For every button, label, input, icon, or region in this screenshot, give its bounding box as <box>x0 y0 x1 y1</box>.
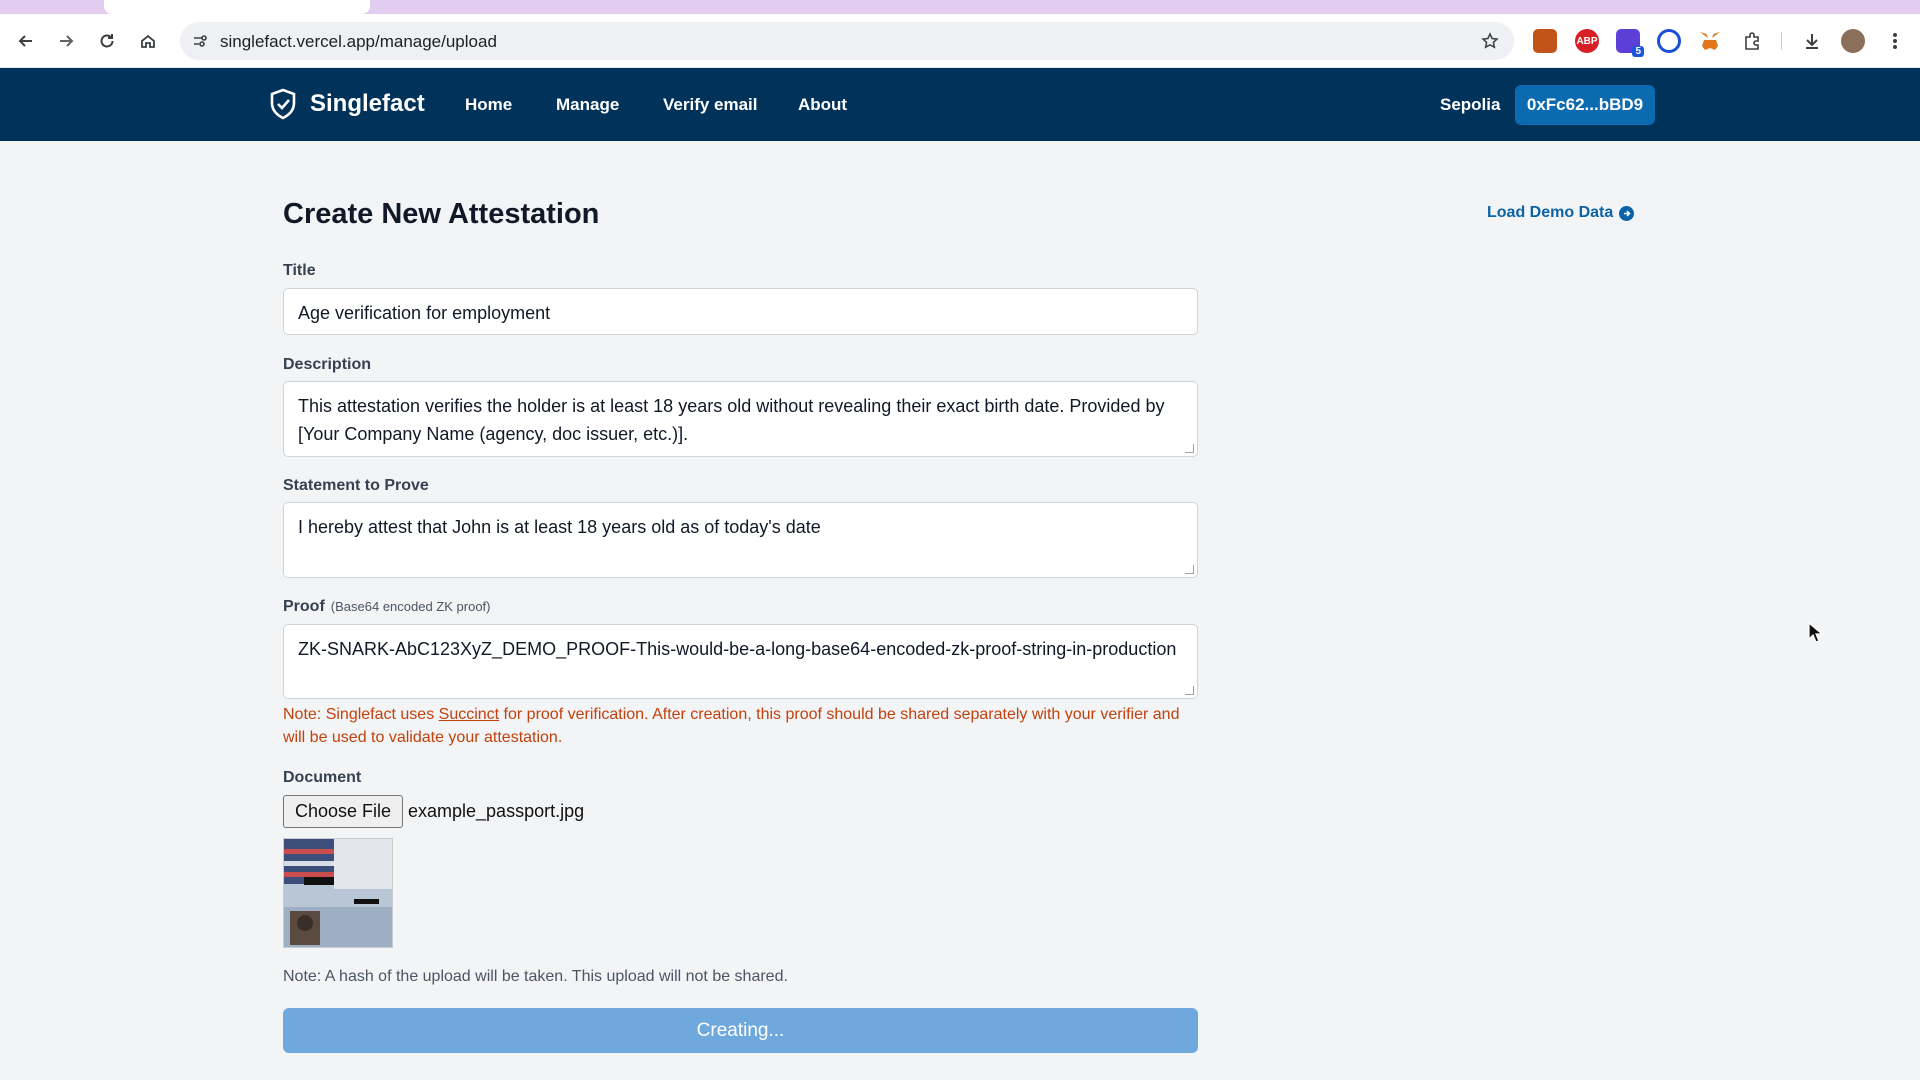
wallet-address-button[interactable]: 0xFc62...bBD9 <box>1515 85 1655 125</box>
proof-label: Proof (Base64 encoded ZK proof) <box>283 598 491 616</box>
orange-extension-icon[interactable] <box>1533 29 1557 53</box>
selected-file-name: example_passport.jpg <box>408 801 585 821</box>
back-button[interactable] <box>12 27 40 55</box>
reload-icon <box>100 34 114 48</box>
bookmark-star-icon[interactable] <box>1480 31 1500 51</box>
arrow-circle-icon <box>1619 205 1635 221</box>
title-input[interactable]: Age verification for employment <box>283 288 1198 335</box>
active-tab[interactable] <box>104 0 370 14</box>
passport-preview-image <box>283 838 393 948</box>
brand-name: Singlefact <box>310 90 425 117</box>
nav-home[interactable]: Home <box>465 95 512 115</box>
url-text[interactable]: singlefact.vercel.app/manage/upload <box>220 32 497 52</box>
shield-check-icon <box>270 88 296 120</box>
forward-button[interactable] <box>52 27 80 55</box>
statement-label: Statement to Prove <box>283 477 429 494</box>
proof-textarea[interactable]: ZK-SNARK-AbC123XyZ_DEMO_PROOF-This-would… <box>283 624 1198 699</box>
browser-tabstrip <box>0 0 1920 14</box>
choose-file-button[interactable]: Choose File <box>283 795 403 828</box>
browser-toolbar: singlefact.vercel.app/manage/upload ABP … <box>0 14 1920 68</box>
site-info-icon[interactable] <box>190 31 210 51</box>
creating-submit-button[interactable]: Creating... <box>283 1008 1198 1053</box>
nav-verify-email[interactable]: Verify email <box>663 95 758 115</box>
back-arrow-icon <box>18 35 32 47</box>
proof-note: Note: Singlefact uses Succinct for proof… <box>283 703 1203 749</box>
title-label: Title <box>283 262 316 279</box>
more-menu-icon[interactable] <box>1883 29 1907 53</box>
home-icon <box>141 34 155 48</box>
toolbar-separator <box>1781 32 1782 50</box>
description-textarea[interactable]: This attestation verifies the holder is … <box>283 381 1198 457</box>
load-demo-data-link[interactable]: Load Demo Data <box>1487 204 1635 222</box>
adblock-plus-icon[interactable]: ABP <box>1575 29 1599 53</box>
download-icon[interactable] <box>1800 29 1824 53</box>
nav-manage[interactable]: Manage <box>556 95 619 115</box>
upload-hash-note: Note: A hash of the upload will be taken… <box>283 968 788 985</box>
proof-sublabel: (Base64 encoded ZK proof) <box>330 599 491 614</box>
address-bar[interactable]: singlefact.vercel.app/manage/upload <box>180 22 1514 60</box>
proof-note-prefix: Note: Singlefact uses <box>283 706 439 723</box>
home-button[interactable] <box>134 27 162 55</box>
nav-about[interactable]: About <box>798 95 847 115</box>
network-label: Sepolia <box>1440 95 1501 114</box>
circle-extension-icon[interactable] <box>1657 29 1681 53</box>
description-label: Description <box>283 356 372 373</box>
reload-button[interactable] <box>93 27 121 55</box>
profile-avatar[interactable] <box>1841 29 1865 53</box>
extensions-puzzle-icon[interactable] <box>1740 29 1764 53</box>
purple-extension-icon[interactable]: 5 <box>1616 29 1644 57</box>
site-header: Singlefact Home Manage Verify email Abou… <box>0 68 1920 141</box>
extension-badge: 5 <box>1632 46 1644 57</box>
forward-arrow-icon <box>60 35 74 47</box>
proof-label-text: Proof <box>283 598 325 615</box>
brand-logo-link[interactable]: Singlefact <box>266 87 425 121</box>
document-label: Document <box>283 769 362 786</box>
metamask-fox-icon[interactable] <box>1698 29 1722 53</box>
load-demo-data-label: Load Demo Data <box>1487 204 1614 221</box>
succinct-link[interactable]: Succinct <box>439 706 499 723</box>
statement-textarea[interactable]: I hereby attest that John is at least 18… <box>283 502 1198 578</box>
mouse-cursor-icon <box>1808 622 1824 643</box>
page-title: Create New Attestation <box>283 198 600 230</box>
